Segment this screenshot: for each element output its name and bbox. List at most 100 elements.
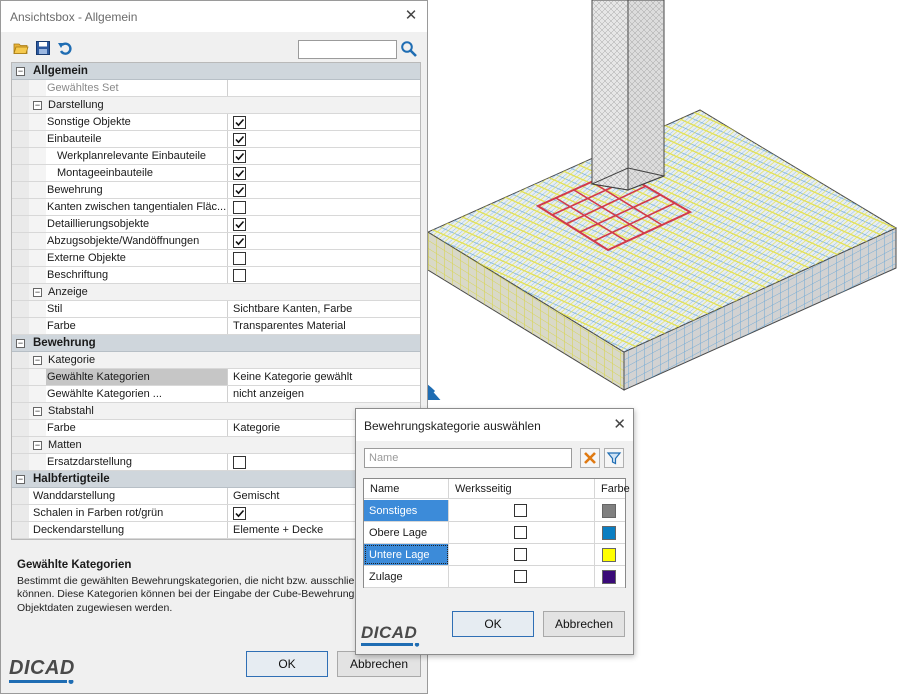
undo-icon[interactable] <box>57 40 73 56</box>
property-label: Wanddarstellung <box>33 490 116 502</box>
werksseitig-checkbox[interactable] <box>514 526 527 539</box>
category-name-cell[interactable]: Zulage <box>364 566 449 587</box>
property-checkbox[interactable] <box>233 235 246 248</box>
category-header[interactable]: − Bewehrung <box>12 335 420 352</box>
color-cell[interactable] <box>595 500 625 521</box>
category-header[interactable]: − Allgemein <box>12 63 420 80</box>
property-checkbox[interactable] <box>233 150 246 163</box>
color-cell[interactable] <box>595 566 625 587</box>
property-row[interactable]: Werkplanrelevante Einbauteile <box>12 148 420 165</box>
collapse-icon[interactable]: − <box>33 288 42 297</box>
filter-button[interactable] <box>604 448 624 468</box>
group-header[interactable]: − Anzeige <box>12 284 420 301</box>
property-row[interactable]: Gewählte Kategorien Keine Kategorie gewäh… <box>12 369 420 386</box>
property-checkbox[interactable] <box>233 184 246 197</box>
werksseitig-cell[interactable] <box>449 522 595 543</box>
clear-filter-button[interactable] <box>580 448 600 468</box>
category-row[interactable]: Sonstiges <box>364 500 625 522</box>
ok-button[interactable]: OK <box>452 611 534 637</box>
property-row[interactable]: Externe Objekte <box>12 250 420 267</box>
property-checkbox[interactable] <box>233 252 246 265</box>
property-row[interactable]: Farbe Transparentes Material <box>12 318 420 335</box>
collapse-icon[interactable]: − <box>33 101 42 110</box>
category-row[interactable]: Zulage <box>364 566 625 588</box>
column-header-farbe[interactable]: Farbe <box>595 479 630 499</box>
color-swatch[interactable] <box>602 548 616 562</box>
property-value-cell[interactable]: Sichtbare Kanten, Farbe <box>228 301 420 317</box>
cancel-button[interactable]: Abbrechen <box>543 611 625 637</box>
collapse-icon[interactable]: − <box>33 441 42 450</box>
property-value-cell[interactable] <box>228 114 420 130</box>
property-row[interactable]: Stil Sichtbare Kanten, Farbe <box>12 301 420 318</box>
property-row[interactable]: Sonstige Objekte <box>12 114 420 131</box>
property-checkbox[interactable] <box>233 133 246 146</box>
collapse-icon[interactable]: − <box>16 339 25 348</box>
name-filter-input[interactable]: Name <box>364 448 572 468</box>
collapse-icon[interactable]: − <box>33 356 42 365</box>
werksseitig-cell[interactable] <box>449 544 595 565</box>
property-row[interactable]: Abzugsobjekte/Wandöffnungen <box>12 233 420 250</box>
property-row[interactable]: Montageeinbauteile <box>12 165 420 182</box>
property-value-cell[interactable] <box>228 131 420 147</box>
save-icon[interactable] <box>35 40 51 56</box>
property-checkbox[interactable] <box>233 269 246 282</box>
property-row[interactable]: Einbauteile <box>12 131 420 148</box>
property-value-cell[interactable]: Keine Kategorie gewählt <box>228 369 420 385</box>
property-checkbox[interactable] <box>233 116 246 129</box>
property-value-cell[interactable] <box>228 165 420 181</box>
property-checkbox[interactable] <box>233 218 246 231</box>
property-value-cell[interactable] <box>228 148 420 164</box>
color-cell[interactable] <box>595 544 625 565</box>
dicad-logo: DICAD <box>9 657 75 684</box>
property-value-cell[interactable] <box>228 267 420 283</box>
ok-button[interactable]: OK <box>246 651 328 677</box>
property-value-cell[interactable] <box>228 233 420 249</box>
property-checkbox[interactable] <box>233 456 246 469</box>
group-header[interactable]: − Darstellung <box>12 97 420 114</box>
werksseitig-cell[interactable] <box>449 566 595 587</box>
property-value-cell[interactable] <box>228 199 420 215</box>
collapse-icon[interactable]: − <box>33 407 42 416</box>
color-swatch[interactable] <box>602 504 616 518</box>
column-header-werksseitig[interactable]: Werksseitig <box>449 479 595 499</box>
close-icon[interactable]: ✕ <box>400 5 422 27</box>
group-header[interactable]: − Kategorie <box>12 352 420 369</box>
property-row[interactable]: Beschriftung <box>12 267 420 284</box>
open-folder-icon[interactable] <box>13 40 29 56</box>
property-label: Schalen in Farben rot/grün <box>33 507 164 519</box>
category-name-cell[interactable]: Untere Lage <box>364 544 449 565</box>
category-row[interactable]: Untere Lage <box>364 544 625 566</box>
werksseitig-checkbox[interactable] <box>514 504 527 517</box>
property-checkbox[interactable] <box>233 507 246 520</box>
column-header-name[interactable]: Name <box>364 479 449 499</box>
property-value-cell[interactable] <box>228 80 420 96</box>
property-checkbox[interactable] <box>233 167 246 180</box>
werksseitig-cell[interactable] <box>449 500 595 521</box>
property-value-cell[interactable]: nicht anzeigen <box>228 386 420 402</box>
3d-viewport[interactable] <box>428 0 900 400</box>
property-row[interactable]: Kanten zwischen tangentialen Fläc... <box>12 199 420 216</box>
color-swatch[interactable] <box>602 570 616 584</box>
collapse-icon[interactable]: − <box>16 475 25 484</box>
property-row[interactable]: Gewählte Kategorien ... nicht anzeigen <box>12 386 420 403</box>
search-icon[interactable] <box>400 40 418 58</box>
category-name-cell[interactable]: Obere Lage <box>364 522 449 543</box>
color-swatch[interactable] <box>602 526 616 540</box>
property-value-cell[interactable]: Transparentes Material <box>228 318 420 334</box>
property-value-cell[interactable] <box>228 182 420 198</box>
search-input[interactable] <box>298 40 397 59</box>
category-row[interactable]: Obere Lage <box>364 522 625 544</box>
property-value: Keine Kategorie gewählt <box>233 371 353 383</box>
property-row[interactable]: Bewehrung <box>12 182 420 199</box>
property-row[interactable]: Gewähltes Set <box>12 80 420 97</box>
property-checkbox[interactable] <box>233 201 246 214</box>
property-row[interactable]: Detaillierungsobjekte <box>12 216 420 233</box>
close-icon[interactable]: ✕ <box>613 415 626 433</box>
werksseitig-checkbox[interactable] <box>514 548 527 561</box>
category-name-cell[interactable]: Sonstiges <box>364 500 449 521</box>
property-value-cell[interactable] <box>228 216 420 232</box>
collapse-icon[interactable]: − <box>16 67 25 76</box>
werksseitig-checkbox[interactable] <box>514 570 527 583</box>
property-value-cell[interactable] <box>228 250 420 266</box>
color-cell[interactable] <box>595 522 625 543</box>
